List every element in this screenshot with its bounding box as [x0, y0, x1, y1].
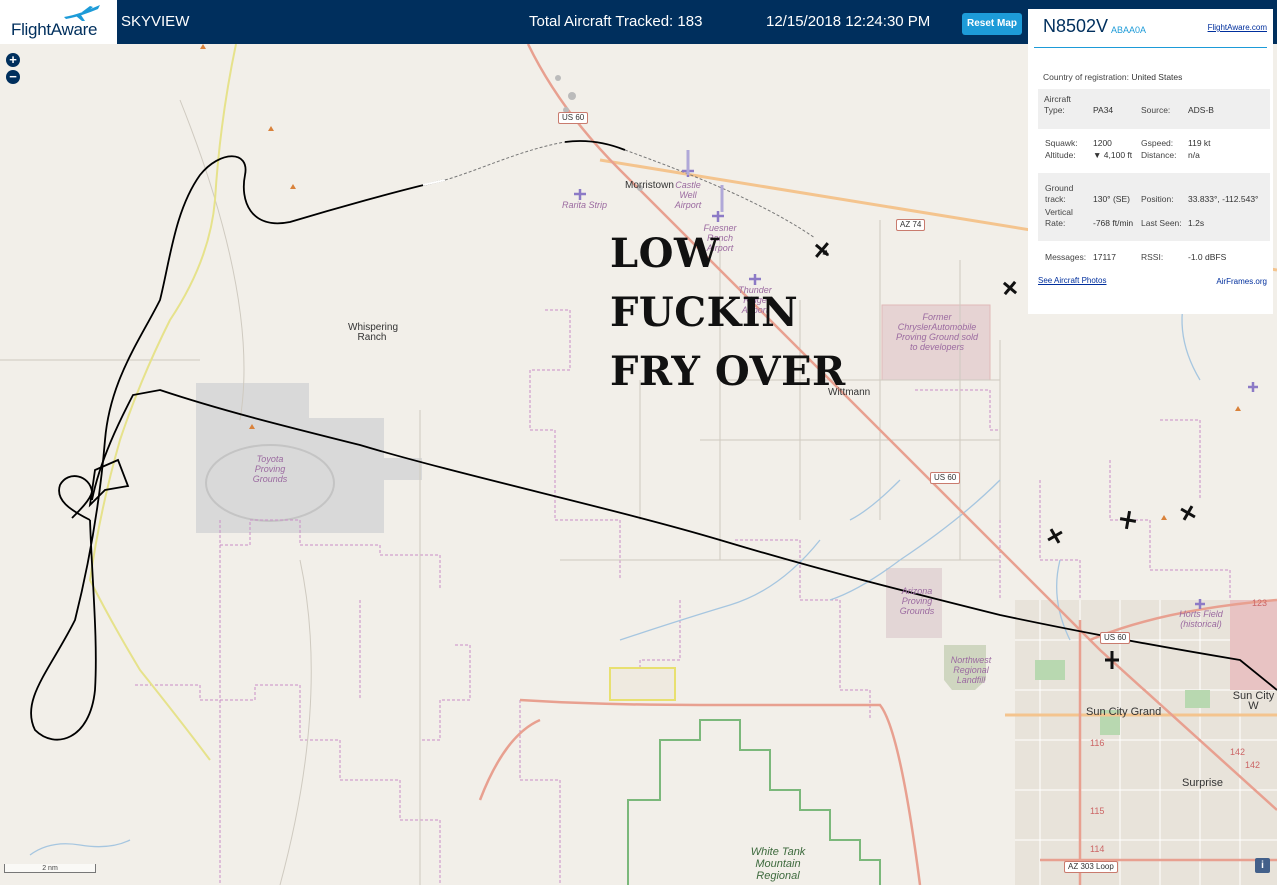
overlay-line-3: FRY OVER: [610, 348, 846, 395]
toyota-grounds-area-3: [360, 458, 422, 480]
shield-az74: AZ 74: [896, 219, 926, 231]
overlay-line-2: FUCKIN: [610, 289, 799, 336]
aircraft-ident: N8502V: [1043, 16, 1109, 36]
distance-label: Distance:: [1141, 150, 1177, 160]
label-chrysler-proving-ground: Former ChryslerAutomobile Proving Ground…: [895, 312, 979, 352]
country-label: Country of registration:: [1043, 72, 1129, 82]
reset-map-button[interactable]: Reset Map: [962, 13, 1022, 35]
position-label: Position:: [1141, 194, 1174, 204]
type-value: PA34: [1093, 105, 1114, 115]
aircraft-hex: ABAA0A: [1111, 25, 1147, 35]
zoom-in-button[interactable]: +: [6, 53, 20, 67]
overlay-caption: LOW FUCKIN FRY OVER: [610, 224, 846, 401]
messages-value: 17117: [1093, 252, 1117, 262]
type-source-row: Aircraft Type: PA34 Source: ADS-B: [1038, 89, 1270, 129]
vrate-value: -768 ft/min: [1093, 218, 1134, 228]
label-sun-city-w: Sun City W: [1232, 690, 1275, 712]
aircraft-info-panel: N8502V ABAA0A FlightAware.com Country of…: [1028, 9, 1273, 314]
altitude-label: Altitude:: [1045, 150, 1076, 160]
messages-label: Messages:: [1045, 252, 1087, 262]
label-toyota-proving-grounds: Toyota Proving Grounds: [252, 454, 288, 484]
label-route-123: 123: [1252, 598, 1268, 608]
lastseen-value: 1.2s: [1188, 218, 1205, 228]
gspeed-value: 119 kt: [1188, 138, 1211, 148]
aircraft-photos-link[interactable]: See Aircraft Photos: [1038, 276, 1106, 285]
label-route-142a: 142: [1230, 747, 1246, 757]
track-value: 130° (SE): [1093, 194, 1130, 204]
gspeed-label: Gspeed:: [1141, 138, 1174, 148]
track-label: Ground track:: [1045, 183, 1074, 204]
label-arizona-proving-grounds: Arizona Proving Grounds: [899, 586, 935, 616]
label-northwest-regional-landfill: Northwest Regional Landfill: [950, 655, 992, 685]
airframes-link[interactable]: AirFrames.org: [1216, 277, 1267, 286]
country-value: United States: [1131, 72, 1183, 82]
position-value: 33.833°, -112.543°: [1188, 194, 1259, 204]
current-datetime: 12/15/2018 12:24:30 PM: [766, 13, 931, 30]
label-castle-well-airport: Castle Well Airport: [674, 180, 702, 210]
label-sun-city-grand: Sun City Grand: [1086, 706, 1162, 718]
rssi-label: RSSI:: [1141, 252, 1164, 262]
label-morristown: Morristown: [625, 180, 674, 191]
squawk-value: 1200: [1093, 138, 1112, 148]
city-pink-zone: [1230, 600, 1277, 690]
vrate-label: Vertical Rate:: [1045, 207, 1073, 228]
label-route-116: 116: [1090, 738, 1105, 748]
label-route-114: 114: [1090, 844, 1105, 854]
squawk-label: Squawk:: [1045, 138, 1078, 148]
track-position-row: Ground track: 130° (SE) Position: 33.833…: [1038, 173, 1270, 241]
label-route-142b: 142: [1245, 760, 1261, 770]
country-row: Country of registration: United States: [1043, 72, 1182, 82]
town-dots: [555, 75, 643, 191]
town-area: [609, 667, 676, 701]
messages-rssi-row: Messages: 17117 RSSI: -1.0 dBFS: [1038, 249, 1270, 269]
distance-value: n/a: [1188, 150, 1200, 160]
label-white-tank-mountain: White Tank Mountain Regional: [750, 846, 806, 882]
label-horts-field: Horts Field (historical): [1179, 609, 1223, 629]
type-label: Aircraft Type:: [1044, 94, 1071, 115]
rssi-value: -1.0 dBFS: [1188, 252, 1227, 262]
source-label: Source:: [1141, 105, 1171, 115]
label-surprise: Surprise: [1182, 777, 1223, 789]
lastseen-label: Last Seen:: [1141, 218, 1182, 228]
shield-us60-south: US 60: [1100, 632, 1131, 644]
minor-roads: [0, 99, 1001, 885]
app-title: SKYVIEW: [121, 13, 190, 30]
skyview-app: FlightAware SKYVIEW Total Aircraft Track…: [0, 0, 1277, 885]
source-value: ADS-B: [1188, 105, 1214, 115]
logo-text: FlightAware: [11, 20, 98, 39]
label-whispering-ranch: Whispering Ranch: [348, 322, 399, 343]
map-scale-bar: 2 nm: [4, 864, 96, 873]
flightaware-link[interactable]: FlightAware.com: [1208, 23, 1267, 32]
label-rarita-strip: Rarita Strip: [562, 200, 608, 210]
shield-us60-north: US 60: [558, 112, 589, 124]
label-route-115: 115: [1090, 806, 1105, 816]
shield-az303: AZ 303 Loop: [1064, 861, 1118, 873]
aircraft-tracked-count: Total Aircraft Tracked: 183: [529, 13, 703, 30]
overlay-line-1: LOW: [610, 230, 720, 277]
shield-us60-mid: US 60: [930, 472, 961, 484]
panel-separator: [1034, 47, 1267, 48]
map-info-button[interactable]: i: [1255, 858, 1270, 873]
altitude-value: ▼ 4,100 ft: [1093, 150, 1133, 160]
squawk-speed-row: Squawk: 1200 Gspeed: 119 kt Altitude: ▼ …: [1038, 133, 1270, 173]
zoom-out-button[interactable]: −: [6, 70, 20, 84]
flightaware-logo[interactable]: FlightAware: [0, 0, 117, 44]
